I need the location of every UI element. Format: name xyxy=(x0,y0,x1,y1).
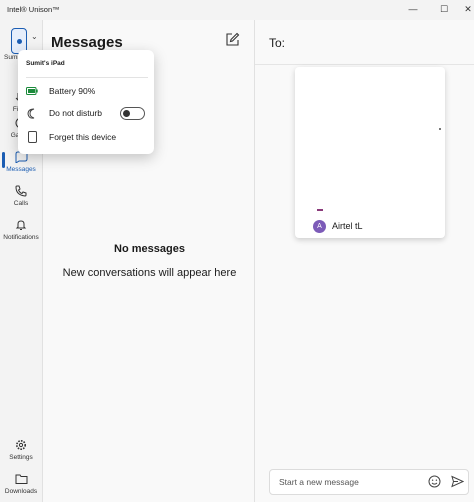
rail-item-settings[interactable]: Settings xyxy=(0,438,42,461)
close-button[interactable]: ✕ xyxy=(455,1,474,17)
toggle-knob xyxy=(123,110,130,117)
rail-item-calls[interactable]: Calls xyxy=(0,184,42,207)
battery-icon xyxy=(26,85,38,97)
compose-button[interactable] xyxy=(225,32,241,48)
device-icon xyxy=(16,38,22,44)
rail-item-downloads[interactable]: Downloads xyxy=(0,472,42,495)
rail-item-label: Messages xyxy=(6,166,36,173)
forget-device-item[interactable]: Forget this device xyxy=(26,130,148,144)
card-dot xyxy=(439,128,441,130)
device-icon xyxy=(26,131,38,143)
rail-item-label: Settings xyxy=(9,454,33,461)
bell-icon xyxy=(15,218,27,232)
rail-item-label: Calls xyxy=(13,200,29,207)
flyout-device-name: Sumit's iPad xyxy=(26,60,65,67)
send-icon xyxy=(451,475,465,488)
empty-state-subtitle: New conversations will appear here xyxy=(62,267,237,279)
contact-suggestion-card[interactable]: A Airtel tL xyxy=(295,67,445,238)
device-flyout: Sumit's iPad Battery 90% Do not disturb … xyxy=(18,50,154,154)
conversation-pane: To: A Airtel tL xyxy=(255,20,474,502)
page-title: Messages xyxy=(51,34,123,51)
folder-icon xyxy=(15,472,28,486)
minimize-button[interactable]: — xyxy=(400,1,426,17)
rail-item-label: Notifications xyxy=(3,234,39,241)
gear-icon xyxy=(15,438,27,452)
app-title: Intel® Unison™ xyxy=(7,5,60,14)
battery-label: Battery 90% xyxy=(49,86,96,96)
compose-icon xyxy=(226,32,240,46)
emoji-icon xyxy=(428,475,441,488)
maximize-button[interactable]: ☐ xyxy=(431,1,457,17)
message-input[interactable] xyxy=(279,475,419,489)
emoji-button[interactable] xyxy=(428,475,442,489)
avatar: A xyxy=(313,220,326,233)
moon-icon xyxy=(26,107,38,119)
battery-status: Battery 90% xyxy=(26,84,148,98)
title-bar: Intel® Unison™ — ☐ ✕ xyxy=(0,0,474,20)
to-label[interactable]: To: xyxy=(269,36,285,50)
rail-item-label: Downloads xyxy=(4,488,38,495)
divider xyxy=(255,64,474,65)
forget-device-label: Forget this device xyxy=(49,132,117,142)
chevron-down-icon[interactable]: ⌄ xyxy=(31,32,38,41)
message-composer xyxy=(269,469,469,495)
rail-item-notifications[interactable]: Notifications xyxy=(0,218,42,241)
card-dash xyxy=(317,209,323,211)
do-not-disturb-toggle[interactable] xyxy=(120,107,145,120)
send-button[interactable] xyxy=(451,475,465,489)
contact-name[interactable]: Airtel tL xyxy=(332,221,363,231)
do-not-disturb-label: Do not disturb xyxy=(49,108,102,118)
empty-state-title: No messages xyxy=(114,243,185,255)
divider xyxy=(26,77,148,78)
phone-icon xyxy=(15,184,27,198)
